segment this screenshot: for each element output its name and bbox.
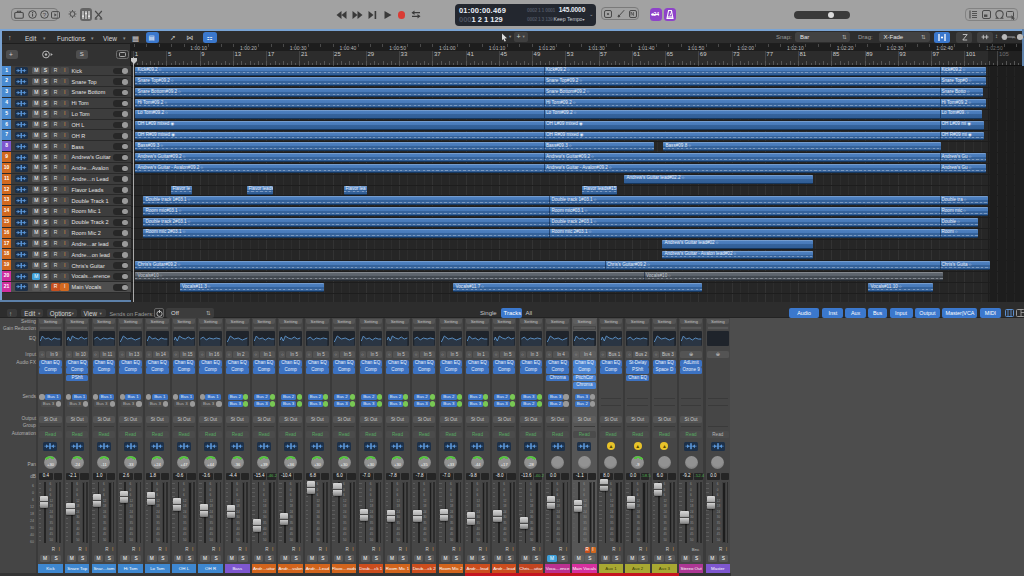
svg-text:?: ?	[43, 12, 47, 18]
